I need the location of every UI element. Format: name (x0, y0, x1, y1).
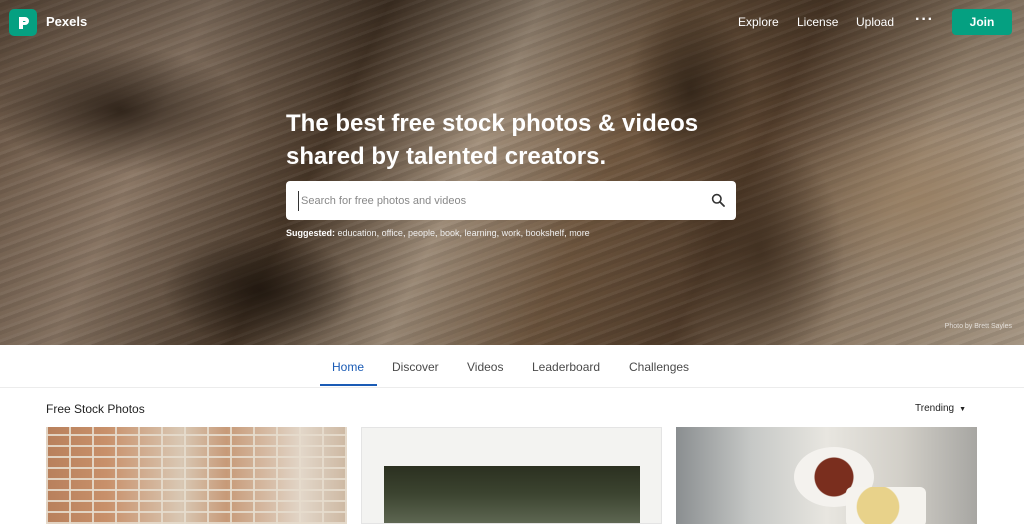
search-icon[interactable] (711, 193, 725, 207)
photo-credit[interactable]: Photo by Brett Sayles (945, 323, 1012, 330)
tab-challenges[interactable]: Challenges (629, 360, 689, 374)
hero-headline-line-2: shared by talented creators. (286, 143, 607, 170)
nav-upload-link[interactable]: Upload (856, 15, 894, 29)
tab-leaderboard[interactable]: Leaderboard (532, 360, 600, 374)
more-dots-icon[interactable]: ··· (915, 12, 934, 28)
nav-explore-link[interactable]: Explore (738, 15, 779, 29)
brand-name[interactable]: Pexels (46, 14, 87, 29)
suggested-tag-office[interactable]: office (382, 228, 403, 238)
nav-license-link[interactable]: License (797, 15, 838, 29)
active-tab-indicator (320, 384, 377, 386)
suggested-tag-work[interactable]: work (502, 228, 521, 238)
suggested-label: Suggested: (286, 228, 336, 238)
tab-discover[interactable]: Discover (392, 360, 439, 374)
tab-home[interactable]: Home (332, 360, 364, 374)
caret-down-icon: ▼ (959, 406, 967, 413)
photo-food-image (846, 487, 926, 524)
suggested-tag-book[interactable]: book (440, 228, 460, 238)
sort-dropdown[interactable]: Trending ▼ (915, 403, 966, 414)
pexels-logo-icon[interactable] (9, 9, 37, 36)
join-button[interactable]: Join (952, 9, 1012, 35)
suggested-searches: Suggested: education, office, people, bo… (286, 228, 590, 238)
search-bar (286, 181, 736, 220)
top-navigation: Pexels Explore License Upload ··· Join (0, 0, 1024, 46)
section-title: Free Stock Photos (46, 402, 145, 416)
suggested-tag-people[interactable]: people (408, 228, 435, 238)
tab-videos[interactable]: Videos (467, 360, 503, 374)
photo-film-image (384, 466, 640, 523)
sort-label: Trending (915, 403, 955, 414)
suggested-tag-education[interactable]: education (338, 228, 377, 238)
main-tabs: Home Discover Videos Leaderboard Challen… (0, 345, 1024, 388)
photo-card-food-table[interactable] (676, 427, 977, 524)
suggested-tag-bookshelf[interactable]: bookshelf (526, 228, 565, 238)
hero-headline-line-1: The best free stock photos & videos (286, 110, 699, 137)
photo-card-film-frame[interactable] (361, 427, 662, 524)
search-input[interactable] (298, 191, 698, 211)
suggested-tag-more[interactable]: more (569, 228, 590, 238)
suggested-tag-learning[interactable]: learning (465, 228, 497, 238)
photo-card-brick-wall[interactable] (46, 427, 347, 524)
hero-headline: The best free stock photos & videos shar… (286, 107, 736, 173)
